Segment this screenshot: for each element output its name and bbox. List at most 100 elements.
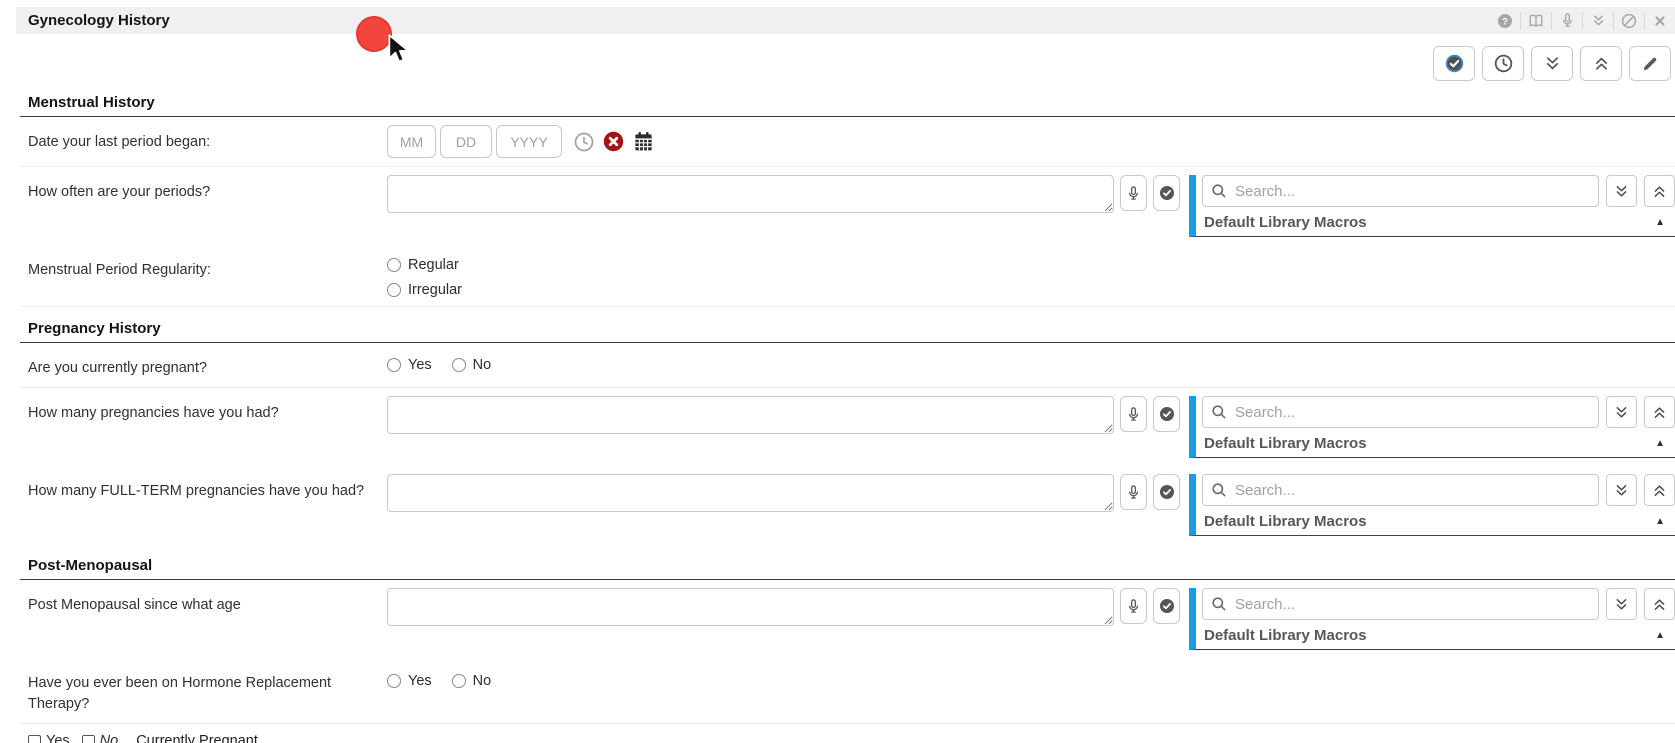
microphone-icon[interactable] xyxy=(1551,12,1582,30)
macro-collapse-button[interactable] xyxy=(1644,175,1675,207)
clock-icon[interactable] xyxy=(574,132,594,152)
macro-panel: Default Library Macros ▲ xyxy=(1189,396,1675,458)
radio-label: No xyxy=(473,357,492,373)
macro-library-header[interactable]: Default Library Macros ▲ xyxy=(1202,428,1675,453)
date-year-input[interactable] xyxy=(496,125,562,158)
radio-option-no[interactable]: No xyxy=(452,673,492,689)
macro-library-header[interactable]: Default Library Macros ▲ xyxy=(1202,620,1675,645)
macro-library-header[interactable]: Default Library Macros ▲ xyxy=(1202,207,1675,232)
expand-all-button[interactable] xyxy=(1580,46,1622,81)
full-term-count-textarea[interactable] xyxy=(387,474,1114,512)
macro-search-input[interactable] xyxy=(1202,175,1599,207)
history-clock-button[interactable] xyxy=(1482,46,1524,81)
gynecology-history-form: Menstrual History Date your last period … xyxy=(20,94,1675,743)
macro-panel: Default Library Macros ▲ xyxy=(1189,175,1675,237)
field-label: How often are your periods? xyxy=(28,175,387,203)
checkbox-option-no[interactable]: No xyxy=(82,733,131,743)
calendar-icon[interactable] xyxy=(633,131,654,152)
currently-pregnant-checkbox-row: Yes No Currently Pregnant xyxy=(20,724,1675,743)
macro-collapse-button[interactable] xyxy=(1644,588,1675,620)
checkbox-option-yes[interactable]: Yes xyxy=(28,733,82,743)
date-month-input[interactable] xyxy=(387,125,436,158)
checkbox-yes[interactable] xyxy=(28,735,41,743)
macro-search-wrap xyxy=(1202,588,1599,620)
macro-expand-button[interactable] xyxy=(1606,175,1637,207)
date-day-input[interactable] xyxy=(440,125,492,158)
menopause-age-textarea[interactable] xyxy=(387,588,1114,626)
form-row-period-frequency: How often are your periods? xyxy=(20,167,1675,245)
form-row-regularity: Menstrual Period Regularity: Regular Irr… xyxy=(20,245,1675,307)
radio-option-regular[interactable]: Regular xyxy=(387,257,462,273)
macro-panel: Default Library Macros ▲ xyxy=(1189,474,1675,536)
macro-search-input[interactable] xyxy=(1202,588,1599,620)
help-icon[interactable]: ? xyxy=(1489,12,1520,30)
confirm-check-button[interactable] xyxy=(1153,588,1180,624)
macro-expand-button[interactable] xyxy=(1606,474,1637,506)
collapse-up-icon[interactable]: ▲ xyxy=(1655,631,1665,641)
field-label-text: Have you ever been on Hormone Replacemen… xyxy=(28,673,350,715)
chevron-double-down-icon[interactable] xyxy=(1582,12,1613,30)
svg-text:?: ? xyxy=(1502,16,1508,27)
section-heading-menstrual: Menstrual History xyxy=(20,94,1675,117)
field-label: How many pregnancies have you had? xyxy=(28,396,387,424)
form-row-hrt: Have you ever been on Hormone Replacemen… xyxy=(20,658,1675,724)
radio-no[interactable] xyxy=(452,358,466,372)
radio-label: Yes xyxy=(408,357,432,373)
checkbox-no[interactable] xyxy=(82,735,95,743)
search-icon xyxy=(1211,596,1227,612)
macro-search-input[interactable] xyxy=(1202,474,1599,506)
macro-search-wrap xyxy=(1202,474,1599,506)
form-toolbar xyxy=(0,46,1671,81)
macro-collapse-button[interactable] xyxy=(1644,396,1675,428)
radio-yes[interactable] xyxy=(387,674,401,688)
macro-library-title: Default Library Macros xyxy=(1204,627,1367,644)
macro-search-input[interactable] xyxy=(1202,396,1599,428)
date-icon-group xyxy=(574,125,654,158)
checkbox-row-description: Currently Pregnant xyxy=(136,733,258,743)
macro-collapse-button[interactable] xyxy=(1644,474,1675,506)
form-row-since-age: Post Menopausal since what age xyxy=(20,580,1675,658)
check-circle-button[interactable] xyxy=(1433,46,1475,81)
radio-label: Irregular xyxy=(408,282,462,298)
mouse-cursor-icon xyxy=(387,34,413,64)
edit-pencil-button[interactable] xyxy=(1629,46,1671,81)
ban-icon[interactable] xyxy=(1613,12,1644,30)
collapse-all-button[interactable] xyxy=(1531,46,1573,81)
macro-expand-button[interactable] xyxy=(1606,396,1637,428)
search-icon xyxy=(1211,482,1227,498)
dictate-microphone-button[interactable] xyxy=(1120,588,1147,624)
confirm-check-button[interactable] xyxy=(1153,175,1180,211)
page-title: Gynecology History xyxy=(16,12,170,29)
collapse-up-icon[interactable]: ▲ xyxy=(1655,517,1665,527)
macro-search-wrap xyxy=(1202,175,1599,207)
macro-expand-button[interactable] xyxy=(1606,588,1637,620)
confirm-check-button[interactable] xyxy=(1153,474,1180,510)
macro-library-header[interactable]: Default Library Macros ▲ xyxy=(1202,506,1675,531)
clear-circle-icon[interactable] xyxy=(603,131,624,152)
book-icon[interactable] xyxy=(1520,12,1551,30)
form-row-currently-pregnant: Are you currently pregnant? Yes No xyxy=(20,343,1675,388)
field-label: Menstrual Period Regularity: xyxy=(28,253,387,281)
radio-option-yes[interactable]: Yes xyxy=(387,673,432,689)
confirm-check-button[interactable] xyxy=(1153,396,1180,432)
collapse-up-icon[interactable]: ▲ xyxy=(1655,439,1665,449)
radio-yes[interactable] xyxy=(387,358,401,372)
radio-no[interactable] xyxy=(452,674,466,688)
section-heading-pregnancy: Pregnancy History xyxy=(20,320,1675,343)
radio-irregular[interactable] xyxy=(387,283,401,297)
form-row-pregnancy-count: How many pregnancies have you had? xyxy=(20,388,1675,466)
search-icon xyxy=(1211,183,1227,199)
radio-option-yes[interactable]: Yes xyxy=(387,357,432,373)
radio-option-irregular[interactable]: Irregular xyxy=(387,282,462,298)
checkbox-label: No xyxy=(100,733,119,743)
dictate-microphone-button[interactable] xyxy=(1120,396,1147,432)
pregnancy-count-textarea[interactable] xyxy=(387,396,1114,434)
close-icon[interactable] xyxy=(1644,12,1675,30)
search-icon xyxy=(1211,404,1227,420)
radio-option-no[interactable]: No xyxy=(452,357,492,373)
period-frequency-textarea[interactable] xyxy=(387,175,1114,213)
collapse-up-icon[interactable]: ▲ xyxy=(1655,218,1665,228)
dictate-microphone-button[interactable] xyxy=(1120,474,1147,510)
radio-regular[interactable] xyxy=(387,258,401,272)
dictate-microphone-button[interactable] xyxy=(1120,175,1147,211)
